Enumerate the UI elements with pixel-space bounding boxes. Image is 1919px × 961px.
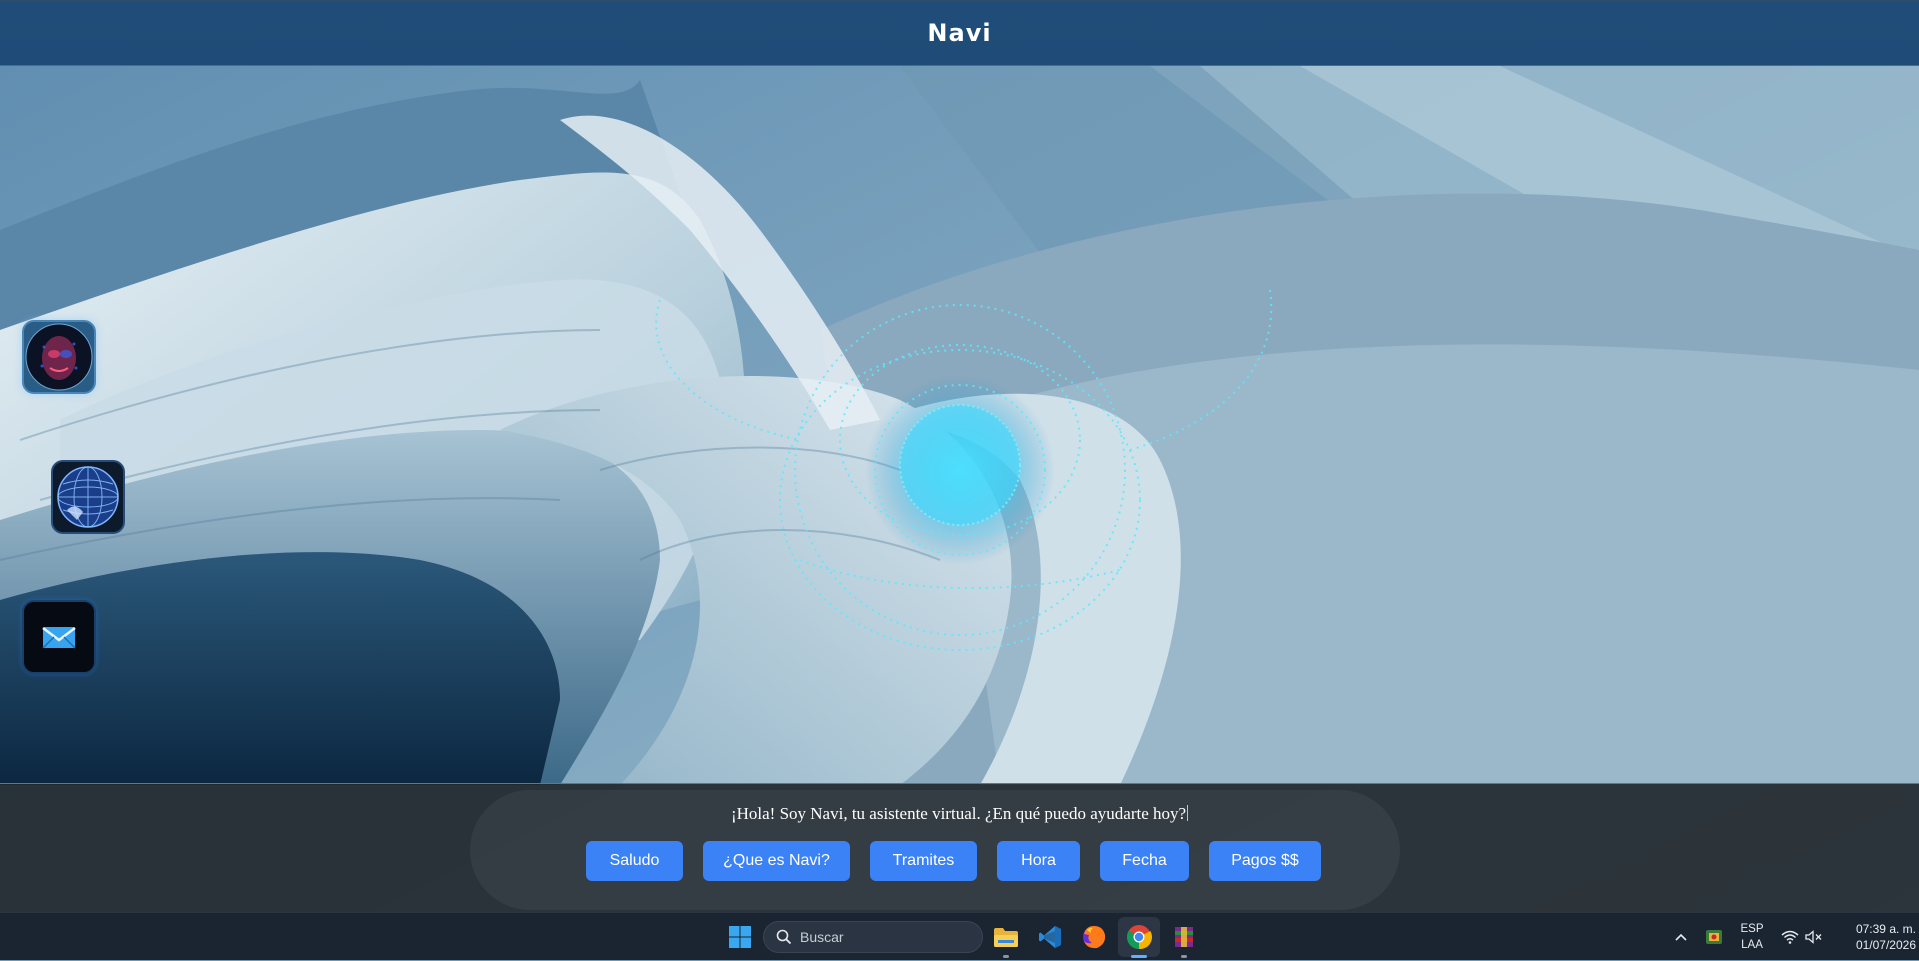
quick-reply-pagos[interactable]: Pagos $$ bbox=[1209, 841, 1321, 881]
hologram-face-icon bbox=[25, 323, 93, 391]
taskbar-vscode[interactable] bbox=[1030, 913, 1070, 961]
tray-app-icon bbox=[1706, 930, 1722, 944]
taskbar-firefox[interactable] bbox=[1074, 913, 1114, 961]
running-indicator bbox=[1181, 955, 1187, 958]
clock-time: 07:39 a. m. bbox=[1855, 922, 1916, 936]
tray-app-button[interactable] bbox=[1700, 913, 1728, 961]
app-title: Navi bbox=[927, 18, 992, 47]
show-hidden-icons-button[interactable] bbox=[1668, 913, 1694, 961]
windows-start-icon bbox=[729, 926, 751, 948]
search-placeholder: Buscar bbox=[800, 929, 844, 945]
volume-muted-icon bbox=[1805, 930, 1822, 944]
globe-button[interactable] bbox=[51, 460, 125, 534]
mail-icon bbox=[42, 627, 76, 649]
search-icon bbox=[776, 929, 792, 945]
taskbar-file-explorer[interactable] bbox=[986, 913, 1026, 961]
chrome-icon bbox=[1127, 925, 1152, 950]
vscode-icon bbox=[1039, 926, 1061, 948]
avatar-button[interactable] bbox=[22, 320, 96, 394]
quick-reply-fecha[interactable]: Fecha bbox=[1100, 841, 1189, 881]
clock-date: 01/07/2026 bbox=[1855, 938, 1916, 952]
wifi-icon bbox=[1781, 930, 1799, 944]
assistant-message: ¡Hola! Soy Navi, tu asistente virtual. ¿… bbox=[0, 804, 1919, 824]
typing-cursor bbox=[1187, 805, 1189, 821]
quick-reply-hora[interactable]: Hora bbox=[997, 841, 1080, 881]
language-indicator[interactable]: ESP LAA bbox=[1734, 913, 1770, 961]
winrar-icon bbox=[1175, 927, 1193, 947]
taskbar-search[interactable]: Buscar bbox=[763, 921, 983, 953]
mail-button[interactable] bbox=[22, 600, 96, 674]
chevron-up-icon bbox=[1675, 933, 1687, 941]
app-header: Navi bbox=[0, 0, 1919, 66]
quick-replies: Saludo ¿Que es Navi? Tramites Hora Fecha… bbox=[0, 841, 1919, 881]
assistant-message-text: ¡Hola! Soy Navi, tu asistente virtual. ¿… bbox=[730, 804, 1187, 823]
running-indicator bbox=[1003, 955, 1009, 958]
quick-reply-saludo[interactable]: Saludo bbox=[586, 841, 683, 881]
digital-globe-icon bbox=[57, 466, 119, 528]
taskbar-chrome[interactable] bbox=[1118, 917, 1160, 958]
active-indicator bbox=[1131, 955, 1147, 958]
taskbar: Buscar ESP LAA 07:39 a. m. 01/07/2026 bbox=[0, 912, 1919, 960]
taskbar-clock[interactable]: 07:39 a. m. 01/07/2026 bbox=[1828, 921, 1916, 953]
quick-reply-que-es-navi[interactable]: ¿Que es Navi? bbox=[703, 841, 850, 881]
taskbar-winrar[interactable] bbox=[1164, 913, 1204, 961]
language-code: ESP bbox=[1740, 923, 1764, 935]
keyboard-layout: LAA bbox=[1741, 939, 1763, 951]
start-button[interactable] bbox=[720, 913, 760, 961]
quick-reply-tramites[interactable]: Tramites bbox=[870, 841, 977, 881]
quick-settings-button[interactable] bbox=[1778, 913, 1826, 961]
file-explorer-icon bbox=[994, 928, 1018, 947]
firefox-icon bbox=[1083, 926, 1106, 949]
